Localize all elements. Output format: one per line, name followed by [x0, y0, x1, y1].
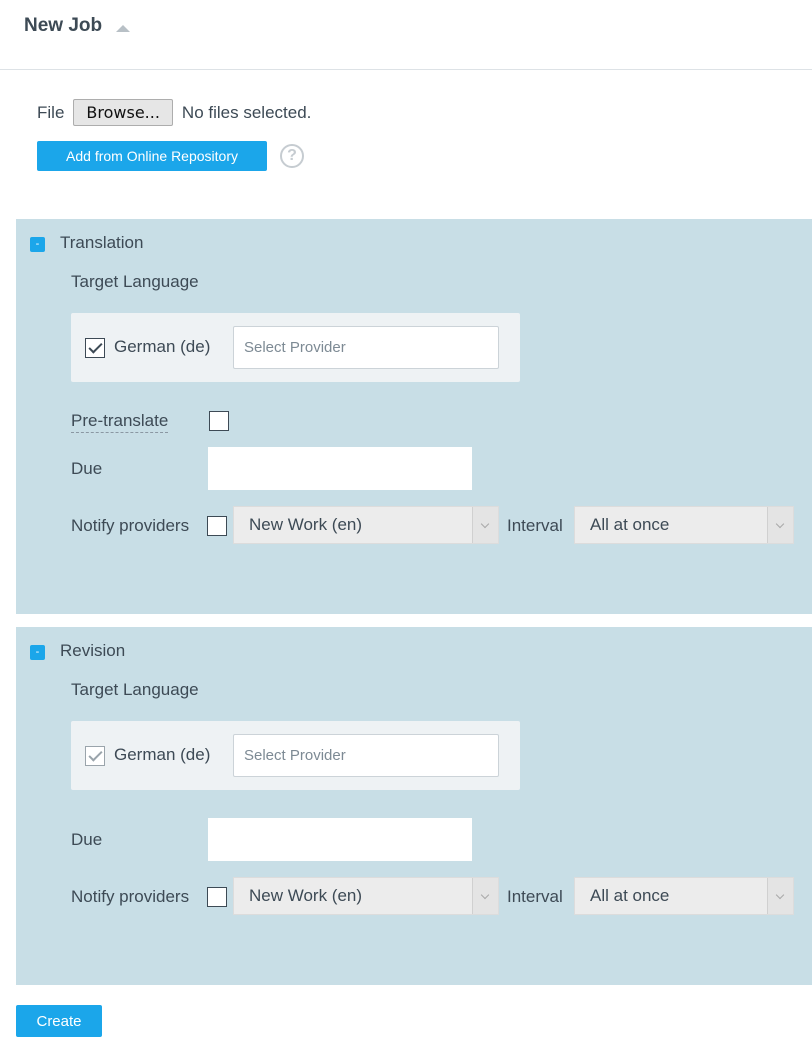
notify-template-value: New Work (en): [249, 886, 363, 905]
target-language-label: Target Language: [71, 680, 199, 699]
dropdown-button[interactable]: [767, 507, 793, 543]
notify-template-select[interactable]: New Work (en): [233, 506, 499, 544]
interval-label: Interval: [507, 887, 563, 906]
notify-template-select[interactable]: New Work (en): [233, 877, 499, 915]
language-row: German (de) Select Provider: [71, 313, 520, 382]
interval-select[interactable]: All at once: [574, 877, 794, 915]
notify-providers-label: Notify providers: [71, 516, 190, 535]
dropdown-button[interactable]: [472, 878, 498, 914]
file-row: File Browse... No files selected.: [37, 99, 311, 126]
translation-section: - Translation Target Language German (de…: [16, 219, 812, 614]
due-date-input[interactable]: [208, 818, 472, 861]
caret-up-icon[interactable]: [116, 25, 130, 32]
chevron-down-icon: [480, 890, 490, 900]
file-status: No files selected.: [181, 102, 312, 122]
notify-providers-checkbox[interactable]: [207, 887, 227, 907]
section-title: Revision: [60, 641, 126, 660]
collapse-icon[interactable]: -: [30, 645, 45, 660]
notify-providers-label: Notify providers: [71, 887, 190, 906]
select-provider-input[interactable]: Select Provider: [233, 326, 499, 369]
page-header: New Job: [0, 0, 812, 70]
browse-button[interactable]: Browse...: [73, 99, 173, 126]
due-label: Due: [71, 459, 103, 478]
interval-select[interactable]: All at once: [574, 506, 794, 544]
language-name: German (de): [114, 745, 211, 764]
add-from-repository-button[interactable]: Add from Online Repository: [37, 141, 267, 171]
language-name: German (de): [114, 337, 211, 356]
page-title: New Job: [24, 15, 103, 36]
language-checkbox[interactable]: [85, 746, 105, 766]
interval-value: All at once: [590, 515, 670, 534]
create-button[interactable]: Create: [16, 1005, 102, 1037]
collapse-icon[interactable]: -: [30, 237, 45, 252]
language-row: German (de) Select Provider: [71, 721, 520, 790]
language-checkbox[interactable]: [85, 338, 105, 358]
help-icon[interactable]: ?: [280, 144, 304, 168]
chevron-down-icon: [775, 890, 785, 900]
target-language-label: Target Language: [71, 272, 199, 291]
interval-value: All at once: [590, 886, 670, 905]
dropdown-button[interactable]: [767, 878, 793, 914]
notify-providers-checkbox[interactable]: [207, 516, 227, 536]
chevron-down-icon: [775, 519, 785, 529]
select-provider-input[interactable]: Select Provider: [233, 734, 499, 777]
checkmark-icon: [88, 747, 103, 762]
checkmark-icon: [88, 339, 103, 354]
interval-label: Interval: [507, 516, 563, 535]
pretranslate-label: Pre-translate: [71, 411, 169, 433]
section-title: Translation: [60, 233, 144, 252]
notify-template-value: New Work (en): [249, 515, 363, 534]
revision-section: - Revision Target Language German (de) S…: [16, 627, 812, 985]
dropdown-button[interactable]: [472, 507, 498, 543]
chevron-down-icon: [480, 519, 490, 529]
due-date-input[interactable]: [208, 447, 472, 490]
file-label: File: [37, 102, 65, 122]
due-label: Due: [71, 830, 103, 849]
pretranslate-checkbox[interactable]: [209, 411, 229, 431]
